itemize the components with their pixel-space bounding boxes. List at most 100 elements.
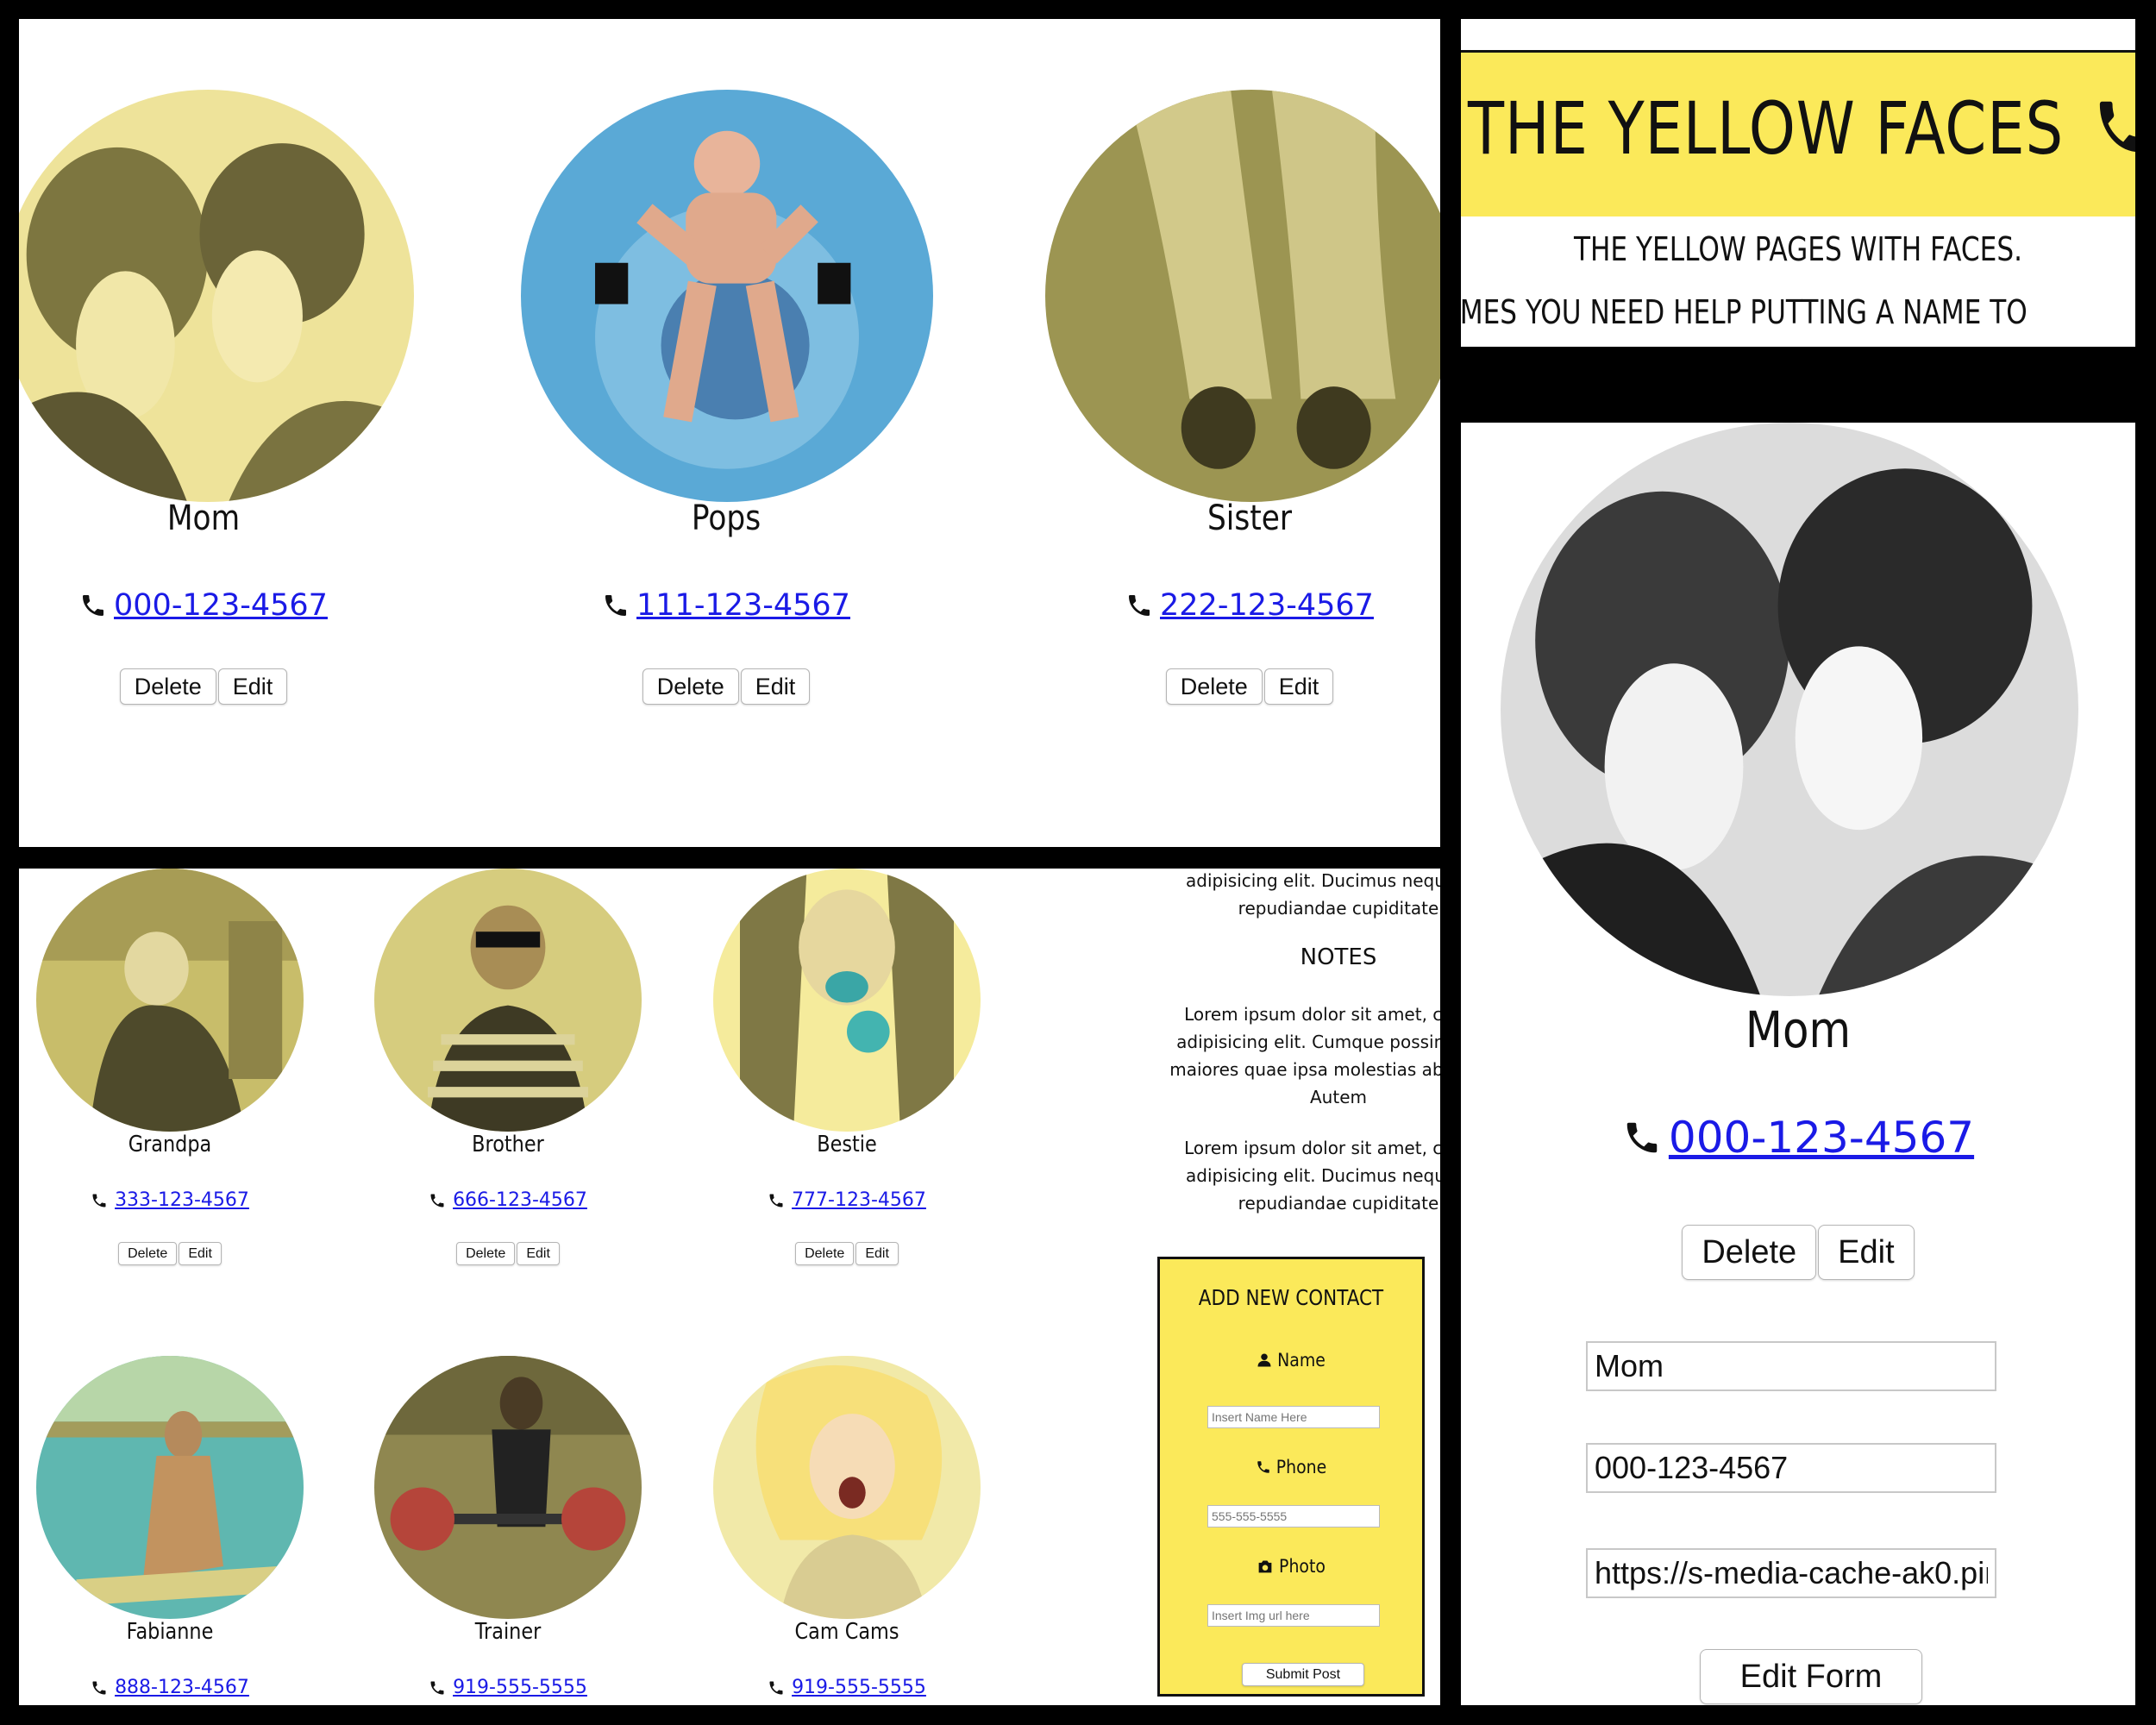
contact-name: Bestie xyxy=(817,1132,877,1157)
site-tagline: E SOMETIMES YOU NEED HELP PUTTING A NAME… xyxy=(1461,293,2028,331)
contact-name: Cam Cams xyxy=(794,1619,899,1645)
edit-button[interactable]: Edit xyxy=(740,668,811,705)
contact-detail-phone: 000-123-4567 xyxy=(1539,1113,2057,1163)
phone-link[interactable]: 919-555-5555 xyxy=(792,1677,926,1698)
contact-phone: 777-123-4567 xyxy=(735,1189,959,1211)
contact-phone: 333-123-4567 xyxy=(58,1189,282,1211)
camera-icon xyxy=(1258,1560,1272,1573)
contact-actions: Delete Edit xyxy=(58,1242,282,1265)
edit-name-input[interactable] xyxy=(1586,1341,1996,1391)
contact-photo-grandpa xyxy=(36,869,304,1132)
delete-button[interactable]: Delete xyxy=(1682,1225,1817,1280)
notes-line: adipisicing elit. Ducimus neque! Au xyxy=(1186,870,1440,891)
site-title: THE YELLOW FACES xyxy=(1468,86,2135,171)
name-input[interactable] xyxy=(1207,1406,1380,1428)
edit-phone-input[interactable] xyxy=(1586,1443,1996,1493)
phone-link[interactable]: 777-123-4567 xyxy=(792,1189,926,1211)
contacts-panel-large: Mom 000-123-4567 Delete Edit Pops 111-12… xyxy=(19,19,1440,847)
contact-phone: 888-123-4567 xyxy=(58,1677,282,1698)
contacts-panel-grid: Grandpa 333-123-4567 Delete Edit Brother… xyxy=(19,869,1440,1705)
notes-line: repudiandae cupiditate xyxy=(1238,1193,1439,1214)
phone-link[interactable]: 000-123-4567 xyxy=(114,588,328,623)
contact-photo-fabianne xyxy=(36,1356,304,1619)
edit-button[interactable]: Edit xyxy=(217,668,288,705)
notes-line: adipisicing elit. Ducimus neque! Au xyxy=(1186,1165,1440,1186)
notes-line: Lorem ipsum dolor sit amet, consec xyxy=(1184,1138,1440,1158)
delete-button[interactable]: Delete xyxy=(795,1242,855,1265)
edit-button[interactable]: Edit xyxy=(517,1242,560,1265)
add-contact-title: ADD NEW CONTACT xyxy=(1198,1285,1384,1310)
notes-top-text: adipisicing elit. Ducimus neque! Au repu… xyxy=(1106,869,1440,922)
contact-name: Fabianne xyxy=(126,1619,214,1645)
phone-label: Phone xyxy=(1160,1457,1422,1477)
contact-phone: 919-555-5555 xyxy=(735,1677,959,1698)
contact-actions: Delete Edit xyxy=(571,668,881,705)
phone-icon xyxy=(92,1194,106,1207)
contact-phone: 666-123-4567 xyxy=(396,1189,620,1211)
contact-detail-actions: Delete Edit xyxy=(1539,1225,2057,1280)
photo-label-text: Photo xyxy=(1279,1556,1326,1577)
contact-name: Pops xyxy=(691,499,761,538)
contact-name: Sister xyxy=(1206,499,1293,538)
notes-line: Lorem ipsum dolor sit amet, consec xyxy=(1184,1004,1440,1025)
delete-button[interactable]: Delete xyxy=(119,668,216,705)
phone-link[interactable]: 222-123-4567 xyxy=(1160,588,1374,623)
phone-link[interactable]: 333-123-4567 xyxy=(115,1189,249,1211)
contact-actions: Delete Edit xyxy=(396,1242,620,1265)
photo-url-input[interactable] xyxy=(1207,1604,1380,1627)
edit-photo-url-input[interactable] xyxy=(1586,1548,1996,1598)
phone-link[interactable]: 888-123-4567 xyxy=(115,1677,249,1698)
phone-link[interactable]: 000-123-4567 xyxy=(1669,1113,1974,1163)
delete-button[interactable]: Delete xyxy=(642,668,739,705)
contact-detail-photo xyxy=(1501,423,2078,996)
phone-icon xyxy=(92,1681,106,1694)
phone-input[interactable] xyxy=(1207,1505,1380,1527)
contact-name: Brother xyxy=(472,1132,544,1157)
edit-form-button[interactable]: Edit Form xyxy=(1700,1649,1922,1704)
name-label-text: Name xyxy=(1277,1350,1326,1371)
phone-icon xyxy=(769,1681,783,1694)
phone-label-text: Phone xyxy=(1275,1457,1327,1477)
notes-line: maiores quae ipsa molestias ab, ducim xyxy=(1169,1059,1440,1080)
contact-photo-bestie xyxy=(713,869,981,1132)
contact-detail-panel: Mom 000-123-4567 Delete Edit Edit Form xyxy=(1461,423,2135,1705)
edit-button[interactable]: Edit xyxy=(1818,1225,1915,1280)
contact-name: Mom xyxy=(166,499,241,538)
delete-button[interactable]: Delete xyxy=(456,1242,516,1265)
contact-photo-trainer xyxy=(374,1356,642,1619)
delete-button[interactable]: Delete xyxy=(1165,668,1263,705)
phone-icon xyxy=(430,1681,444,1694)
contact-name: Trainer xyxy=(474,1619,542,1645)
phone-icon xyxy=(1257,1461,1269,1473)
contact-phone: 111-123-4567 xyxy=(571,588,881,623)
phone-icon xyxy=(1626,1122,1658,1153)
phone-link[interactable]: 919-555-5555 xyxy=(453,1677,587,1698)
contact-actions: Delete Edit xyxy=(1094,668,1405,705)
user-icon xyxy=(1257,1353,1271,1367)
edit-button[interactable]: Edit xyxy=(1263,668,1334,705)
contact-name: Grandpa xyxy=(128,1132,212,1157)
phone-link[interactable]: 111-123-4567 xyxy=(636,588,850,623)
submit-post-button[interactable]: Submit Post xyxy=(1242,1663,1364,1686)
phone-icon xyxy=(2100,101,2135,152)
contact-phone: 222-123-4567 xyxy=(1094,588,1405,623)
contact-photo-brother xyxy=(374,869,642,1132)
contact-actions: Delete Edit xyxy=(48,668,359,705)
notes-title: NOTES xyxy=(1300,944,1377,970)
contact-photo-cam-cams xyxy=(713,1356,981,1619)
contact-photo-mom xyxy=(19,90,414,502)
contact-phone: 000-123-4567 xyxy=(48,588,359,623)
phone-icon xyxy=(605,595,627,616)
contact-detail-name: Mom xyxy=(1745,1000,1852,1059)
header-panel: THE YELLOW FACES THE YELLOW PAGES WITH F… xyxy=(1461,19,2135,347)
contact-actions: Delete Edit xyxy=(735,1242,959,1265)
notes-line: Autem xyxy=(1310,1087,1367,1107)
notes-paragraph: Lorem ipsum dolor sit amet, consec adipi… xyxy=(1106,1000,1440,1111)
phone-icon xyxy=(430,1194,444,1207)
delete-button[interactable]: Delete xyxy=(118,1242,178,1265)
site-subtitle: THE YELLOW PAGES WITH FACES. xyxy=(1573,230,2023,268)
phone-link[interactable]: 666-123-4567 xyxy=(453,1189,587,1211)
photo-label: Photo xyxy=(1160,1556,1422,1577)
edit-button[interactable]: Edit xyxy=(179,1242,222,1265)
edit-button[interactable]: Edit xyxy=(856,1242,899,1265)
